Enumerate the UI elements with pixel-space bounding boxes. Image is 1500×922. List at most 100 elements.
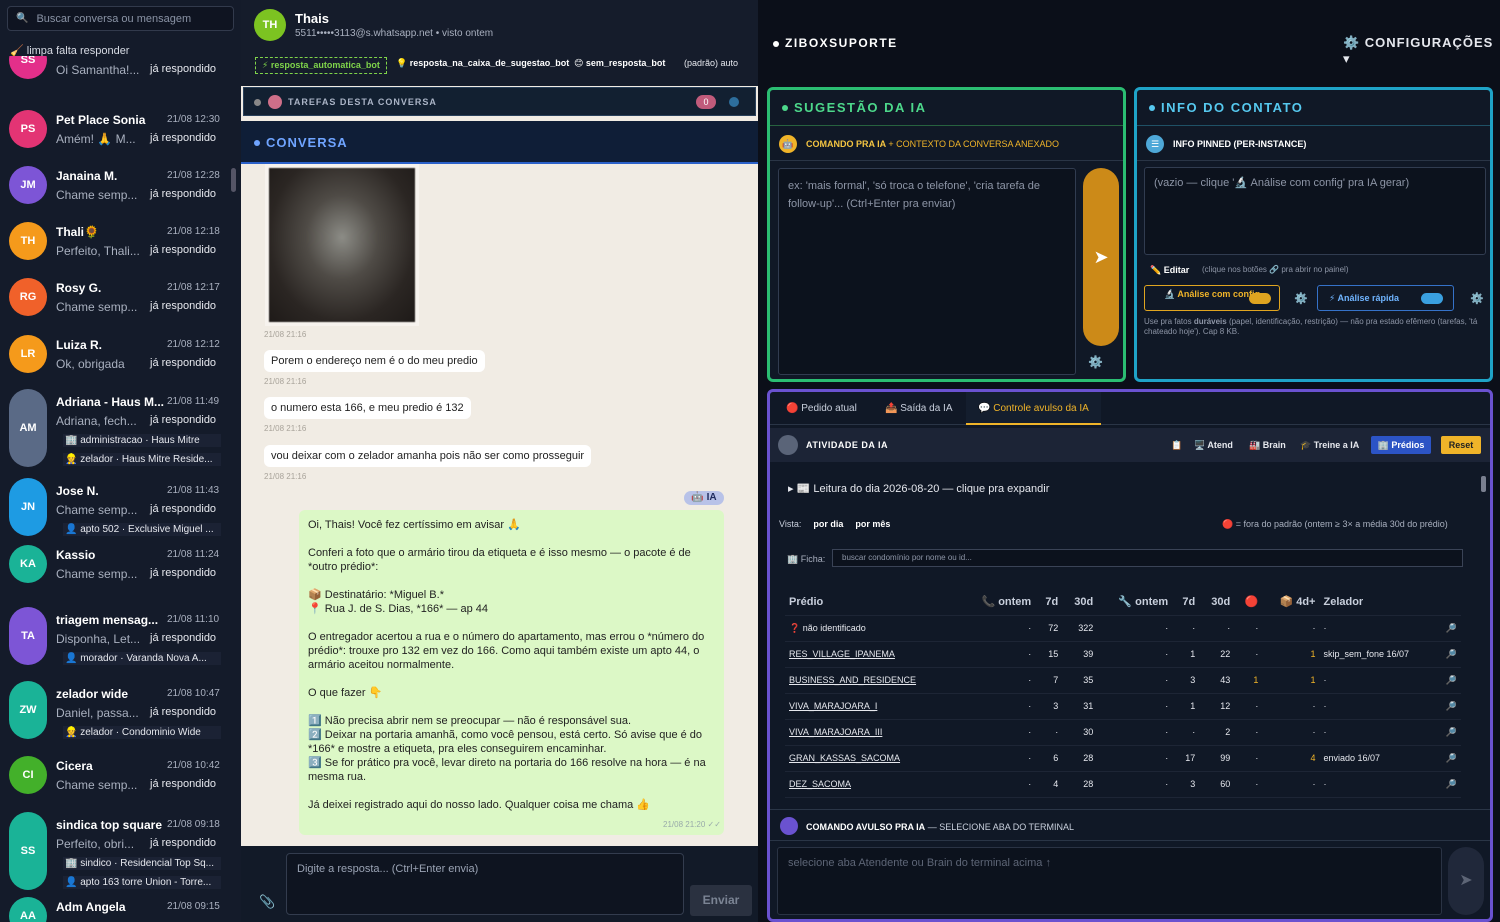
contact-tag: 👷 zelador · Haus Mitre Reside... <box>63 453 221 466</box>
column-header[interactable]: Prédio <box>785 589 960 615</box>
sidebar-scrollbar[interactable] <box>231 168 236 192</box>
terminal-scrollbar[interactable] <box>1481 476 1486 492</box>
building-name-link[interactable]: VIVA_MARAJOARA_III <box>785 719 960 745</box>
analysis-config-toggle[interactable] <box>1249 293 1271 304</box>
conversation-item[interactable]: LR Luiza R. 21/08 12:12 Ok, obrigada já resp… <box>0 325 231 381</box>
building-name-link[interactable]: VIVA_MARAJOARA_I <box>785 693 960 719</box>
column-header[interactable]: 📞 ontem <box>960 589 1035 615</box>
clipboard-icon[interactable]: 📋 <box>1171 440 1182 451</box>
manual-command-input[interactable]: selecione aba Atendente ou Brain do term… <box>777 847 1442 915</box>
column-header[interactable]: 30d <box>1199 589 1234 615</box>
search-icon[interactable]: 🔎 <box>1441 719 1461 745</box>
view-per-day[interactable]: por dia <box>813 519 843 529</box>
conversation-item[interactable]: RG Rosy G. 21/08 12:17 Chame semp... já resp… <box>0 268 231 324</box>
send-arrow-icon: ➤ <box>1459 872 1473 889</box>
building-name-link[interactable]: ❓ não identificado <box>785 615 960 641</box>
image-message[interactable] <box>265 164 419 326</box>
brain-button[interactable]: 🏭 Brain <box>1249 440 1286 451</box>
search-icon[interactable]: 🔎 <box>1441 667 1461 693</box>
conversation-item[interactable]: KA Kassio 21/08 11:24 Chame semp... já respo… <box>0 535 231 591</box>
column-header[interactable]: 30d <box>1062 589 1097 615</box>
building-name-link[interactable]: DEZ_SACOMA <box>785 771 960 797</box>
table-row[interactable]: VIVA_MARAJOARA_I · 3 31 · 1 12 · · · 🔎 <box>785 693 1461 719</box>
ai-suggestion-panel: SUGESTÃO DA IA 🤖 COMANDO PRA IA + CONTEX… <box>767 87 1126 382</box>
tab-ai-output[interactable]: 📤 Saída da IA <box>885 403 953 414</box>
column-header[interactable]: 🔴 <box>1234 589 1262 615</box>
building-name-link[interactable]: BUSINESS_AND_RESIDENCE <box>785 667 960 693</box>
quick-analysis-button[interactable]: ⚡ Análise rápida <box>1317 285 1454 311</box>
table-cell: skip_sem_fone 16/07 <box>1323 649 1410 659</box>
avatar: LR <box>9 335 47 373</box>
table-row[interactable]: BUSINESS_AND_RESIDENCE · 7 35 · 3 43 1 1 · 🔎 <box>785 667 1461 693</box>
reply-status: já respondido <box>150 357 217 369</box>
conversation-item[interactable]: TH Thali🌻 21/08 12:18 Perfeito, Thali... já … <box>0 212 231 268</box>
table-row[interactable]: ❓ não identificado · 72 322 · · · · · · 🔎 <box>785 615 1461 641</box>
contact-tag: 👷 zelador · Condominio Wide <box>63 726 221 739</box>
tag-suggestion-box[interactable]: 💡 resposta_na_caixa_de_sugestao_bot <box>396 58 569 69</box>
table-row[interactable]: RES_VILLAGE_IPANEMA · 15 39 · 1 22 · 1 skip_sem_f… <box>785 641 1461 667</box>
conversation-time: 21/08 11:49 <box>167 396 220 407</box>
table-cell: · <box>1165 701 1169 711</box>
conversation-item[interactable]: CI Cicera 21/08 10:42 Chame semp... já respo… <box>0 746 231 802</box>
send-button[interactable]: Enviar <box>690 885 752 916</box>
conversation-item[interactable]: TA triagem mensag... 21/08 11:10 Disponha, … <box>0 600 231 675</box>
daily-reading-expander[interactable]: ▸ 📰 Leitura do dia 2026-08-20 — clique p… <box>788 482 1049 495</box>
tab-current-order[interactable]: 🔴 Pedido atual <box>786 403 857 414</box>
conversation-item[interactable]: AA Adm Angela 21/08 09:15 <box>0 887 231 922</box>
search-icon[interactable]: 🔎 <box>1441 641 1461 667</box>
pinned-subheader: ☰ INFO PINNED (PER-INSTANCE) <box>1137 127 1490 161</box>
table-row[interactable]: DEZ_SACOMA · 4 28 · 3 60 · · · 🔎 <box>785 771 1461 797</box>
buildings-button[interactable]: 🏢 Prédios <box>1371 436 1431 454</box>
column-header[interactable]: Zelador <box>1319 589 1441 615</box>
table-header: Prédio 📞 ontem 7d 30d 🔧 ontem 7d 30d 🔴 📦 4d+ Zela… <box>785 589 1461 615</box>
conversation-item[interactable]: ZW zelador wide 21/08 10:47 Daniel, passa..… <box>0 674 231 749</box>
reply-input[interactable]: Digite a resposta... (Ctrl+Enter envia) <box>286 853 684 915</box>
view-per-month[interactable]: por mês <box>855 519 890 529</box>
tag-auto-reply[interactable]: ⚡ resposta_automatica_bot <box>255 57 387 74</box>
conversation-item[interactable]: JM Janaina M. 21/08 12:28 Chame semp... já r… <box>0 156 231 212</box>
ai-command-input[interactable]: ex: 'mais formal', 'só troca o telefone'… <box>778 168 1076 375</box>
contact-info-textarea[interactable]: (vazio — clique '🔬 Análise com config' p… <box>1144 167 1486 255</box>
view-selector: Vista: por dia por mês <box>779 519 890 529</box>
building-search-input[interactable]: buscar condomínio por nome ou id... <box>832 549 1463 567</box>
building-name-link[interactable]: GRAN_KASSAS_SACOMA <box>785 745 960 771</box>
conversation-item[interactable]: PS Pet Place Sonia 21/08 12:30 Amém! 🙏 M...… <box>0 100 231 156</box>
settings-button[interactable]: ⚙️ CONFIGURAÇÕES ▾ <box>1343 35 1500 67</box>
config-gear-icon[interactable]: ⚙️ <box>1294 292 1308 305</box>
tasks-bar[interactable]: TAREFAS DESTA CONVERSA 0 <box>243 87 756 116</box>
search-icon[interactable]: 🔎 <box>1441 771 1461 797</box>
attach-icon[interactable]: 📎 <box>259 894 275 910</box>
conversation-item[interactable]: AM Adriana - Haus M... 21/08 11:49 Adriana,… <box>0 382 231 476</box>
manual-send-button[interactable]: ➤ <box>1448 847 1484 915</box>
conversation-item[interactable]: SS sindica top square 21/08 09:18 Perfeito,… <box>0 805 231 899</box>
analysis-with-config-button[interactable]: 🔬 Análise com config <box>1144 285 1280 311</box>
column-header[interactable]: 📦 4d+ <box>1262 589 1319 615</box>
search-input[interactable]: 🔍 Buscar conversa ou mensagem <box>7 6 234 31</box>
reset-button[interactable]: Reset <box>1441 436 1481 454</box>
quick-gear-icon[interactable]: ⚙️ <box>1470 292 1484 305</box>
suggestion-gear-icon[interactable]: ⚙️ <box>1088 355 1103 369</box>
conversation-item[interactable]: SS Oi Samantha!... já respondido <box>0 56 231 87</box>
search-icon[interactable]: 🔎 <box>1441 745 1461 771</box>
atend-button[interactable]: 🖥️ Atend <box>1194 440 1233 451</box>
table-row[interactable]: VIVA_MARAJOARA_III · · 30 · · 2 · · · 🔎 <box>785 719 1461 745</box>
column-header[interactable]: 🔧 ontem <box>1097 589 1172 615</box>
table-row[interactable]: GRAN_KASSAS_SACOMA · 6 28 · 17 99 · 4 enviado 16/… <box>785 745 1461 771</box>
edit-button[interactable]: ✏️ Editar <box>1150 265 1189 276</box>
quick-analysis-toggle[interactable] <box>1421 293 1443 304</box>
column-header[interactable]: 7d <box>1172 589 1199 615</box>
tag-no-reply[interactable]: 😊 sem_resposta_bot <box>574 58 665 69</box>
tasks-toggle[interactable] <box>729 97 739 107</box>
table-cell: 39 <box>1083 649 1094 659</box>
table-cell: · <box>1255 649 1259 659</box>
search-icon[interactable]: 🔎 <box>1441 615 1461 641</box>
tag-default-auto[interactable]: (padrão) auto <box>684 58 738 68</box>
building-name-link[interactable]: RES_VILLAGE_IPANEMA <box>785 641 960 667</box>
send-command-button[interactable]: ➤ <box>1083 168 1119 346</box>
train-ai-button[interactable]: 🎓 Treine a IA <box>1300 440 1359 451</box>
search-icon[interactable]: 🔎 <box>1441 693 1461 719</box>
blurred-photo[interactable] <box>269 168 415 322</box>
avatar: PS <box>9 110 47 148</box>
tab-ai-manual-control[interactable]: 💬 Controle avulso da IA <box>966 392 1101 425</box>
column-header[interactable]: 7d <box>1035 589 1062 615</box>
